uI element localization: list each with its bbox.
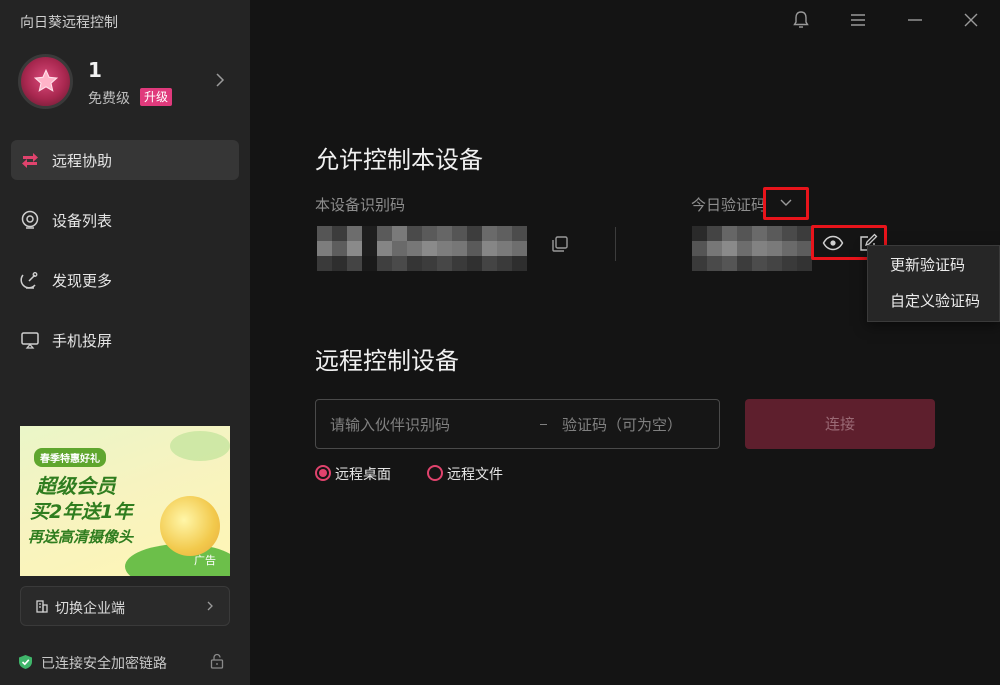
allow-control-title: 允许控制本设备 <box>315 146 483 174</box>
sidebar-item-screen-cast[interactable]: 手机投屏 <box>11 320 239 360</box>
device-id-value <box>317 226 422 271</box>
sidebar: 向日葵远程控制 1 免费级 升级 远程协助 设备列表 发现更多 手机投屏 春季特… <box>0 0 250 685</box>
app-title: 向日葵远程控制 <box>20 15 118 31</box>
screen-cast-icon <box>21 332 39 349</box>
upgrade-badge[interactable]: 升级 <box>140 88 173 106</box>
chevron-right-icon <box>207 601 213 611</box>
secure-status-label: 已连接安全加密链路 <box>41 656 167 672</box>
radio-selected-icon <box>315 465 331 481</box>
building-icon <box>36 600 48 613</box>
ad-label: 广告 <box>194 554 216 567</box>
avatar <box>18 54 73 109</box>
menu-item-refresh-code[interactable]: 更新验证码 <box>868 248 1000 282</box>
device-id-value-part <box>422 226 527 271</box>
menu-icon[interactable] <box>847 9 869 31</box>
partner-id-input[interactable] <box>330 410 530 440</box>
minimize-icon[interactable] <box>904 9 926 31</box>
switch-enterprise-label: 切换企业端 <box>55 601 125 617</box>
switch-enterprise-button[interactable]: 切换企业端 <box>20 586 230 626</box>
ad-subheadline: 买2年送1年 <box>30 501 133 523</box>
highlight-box <box>763 187 809 220</box>
shield-check-icon <box>19 655 32 669</box>
ad-tag: 春季特惠好礼 <box>34 448 106 467</box>
user-tier: 免费级 <box>88 91 130 107</box>
star-icon <box>33 68 59 92</box>
bell-icon[interactable] <box>790 9 812 31</box>
radio-unselected-icon <box>427 465 443 481</box>
sidebar-item-label: 发现更多 <box>52 272 113 290</box>
close-icon[interactable] <box>960 9 982 31</box>
sidebar-item-label: 远程协助 <box>52 152 113 170</box>
connect-button[interactable]: 连接 <box>745 399 935 449</box>
menu-item-custom-code[interactable]: 自定义验证码 <box>868 284 1000 318</box>
verify-code-menu: 更新验证码 自定义验证码 <box>867 245 1000 322</box>
verify-code-label: 今日验证码 <box>691 196 767 214</box>
remote-control-title: 远程控制设备 <box>315 347 459 375</box>
ad-banner[interactable]: 春季特惠好礼 超级会员 买2年送1年 再送高清摄像头 广告 <box>20 426 230 576</box>
ad-decoration <box>170 431 230 461</box>
sidebar-item-remote-assist[interactable]: 远程协助 <box>11 140 239 180</box>
lock-icon[interactable] <box>210 653 224 669</box>
secure-status: 已连接安全加密链路 <box>18 652 232 672</box>
sidebar-item-label: 设备列表 <box>52 212 113 230</box>
remote-assist-icon <box>22 153 38 168</box>
verify-code-input[interactable] <box>562 410 712 440</box>
divider <box>615 227 616 261</box>
radio-remote-file[interactable]: 远程文件 <box>427 463 517 483</box>
radio-remote-desktop[interactable]: 远程桌面 <box>315 463 405 483</box>
verify-code-value <box>692 226 812 271</box>
device-list-icon <box>21 210 39 229</box>
chevron-right-icon <box>216 73 225 87</box>
discover-icon <box>20 272 38 289</box>
ad-tagline: 再送高清摄像头 <box>28 528 134 546</box>
sidebar-item-device-list[interactable]: 设备列表 <box>11 200 239 240</box>
user-profile[interactable]: 1 免费级 升级 <box>18 54 233 112</box>
sidebar-item-discover[interactable]: 发现更多 <box>11 260 239 300</box>
ad-headline: 超级会员 <box>36 474 116 498</box>
partner-input-group <box>315 399 720 449</box>
username: 1 <box>88 58 102 82</box>
radio-label: 远程桌面 <box>335 467 391 483</box>
sidebar-item-label: 手机投屏 <box>52 332 113 350</box>
ad-decoration <box>160 496 220 556</box>
radio-label: 远程文件 <box>447 467 503 483</box>
device-id-label: 本设备识别码 <box>315 196 406 214</box>
copy-icon[interactable] <box>550 234 570 254</box>
input-separator <box>540 424 547 425</box>
